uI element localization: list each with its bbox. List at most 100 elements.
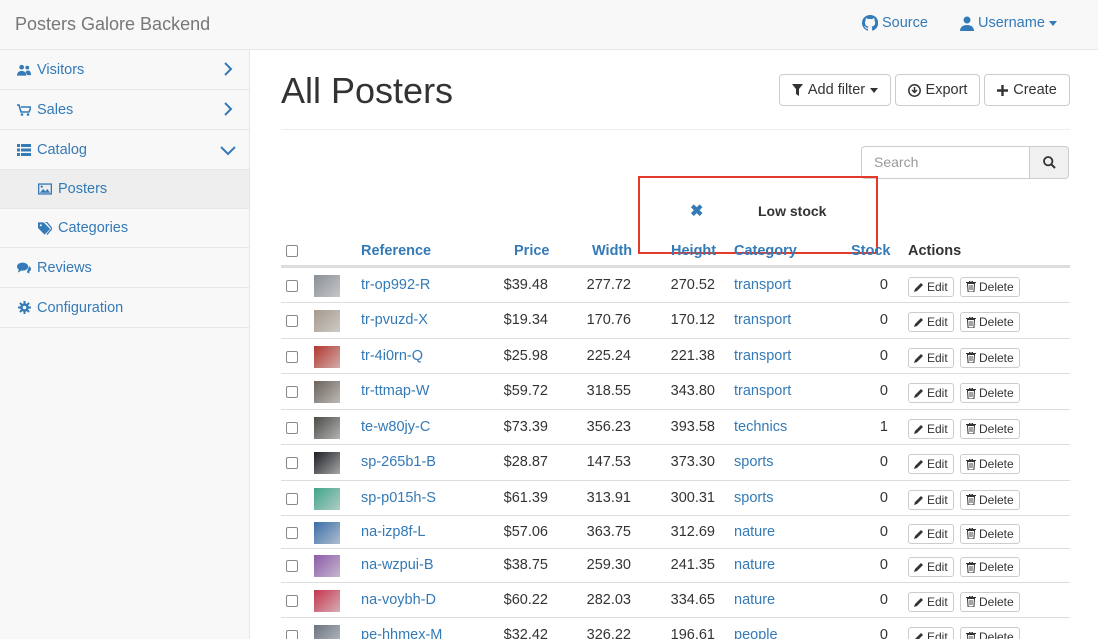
table-row[interactable]: te-w80jy-C $73.39 356.23 393.58 technics 1 Edi… <box>281 409 1070 444</box>
sidebar-item-posters[interactable]: Posters <box>0 170 249 209</box>
edit-button[interactable]: Edit <box>908 591 954 612</box>
delete-button[interactable]: Delete <box>960 383 1020 403</box>
table-row[interactable]: pe-hhmex-M $32.42 326.22 196.61 people 0 Edit D… <box>281 617 1070 639</box>
category-link[interactable]: transport <box>734 312 791 328</box>
reference-link[interactable]: sp-p015h-S <box>361 490 436 506</box>
edit-button[interactable]: Edit <box>908 418 954 439</box>
delete-button[interactable]: Delete <box>960 489 1020 510</box>
table-row[interactable]: na-voybh-D $60.22 282.03 334.65 nature 0 Edit D… <box>281 582 1070 617</box>
table-row[interactable]: tr-op992-R $39.48 277.72 270.52 transport 0 Ed… <box>281 267 1070 302</box>
reference-link[interactable]: te-w80jy-C <box>361 419 430 435</box>
search-input[interactable]: Search <box>861 146 1030 179</box>
category-link[interactable]: transport <box>734 383 791 399</box>
source-link[interactable]: Source <box>862 15 928 31</box>
edit-button[interactable]: Edit <box>908 383 954 403</box>
reference-link[interactable]: pe-hhmex-M <box>361 627 442 639</box>
row-checkbox[interactable] <box>286 492 298 505</box>
edit-label: Edit <box>927 560 948 574</box>
delete-button[interactable]: Delete <box>960 276 1020 297</box>
category-link[interactable]: technics <box>734 419 787 435</box>
reference-link[interactable]: sp-265b1-B <box>361 454 436 470</box>
edit-button[interactable]: Edit <box>908 347 954 368</box>
users-icon <box>17 63 31 77</box>
row-checkbox[interactable] <box>286 526 298 539</box>
table-row[interactable]: tr-ttmap-W $59.72 318.55 343.80 transport 0 Ed… <box>281 373 1070 409</box>
delete-button[interactable]: Delete <box>960 627 1020 639</box>
edit-button[interactable]: Edit <box>908 312 954 332</box>
edit-button[interactable]: Edit <box>908 523 954 544</box>
reference-link[interactable]: na-izp8f-L <box>361 524 425 540</box>
price-cell: $32.42 <box>503 627 548 639</box>
sidebar-item-visitors[interactable]: Visitors <box>0 50 249 90</box>
category-link[interactable]: nature <box>734 592 775 608</box>
reference-link[interactable]: tr-ttmap-W <box>361 383 429 399</box>
add-filter-button[interactable]: Add filter <box>779 74 891 106</box>
sidebar-item-configuration[interactable]: Configuration <box>0 288 249 328</box>
width-cell: 147.53 <box>586 454 631 470</box>
delete-button[interactable]: Delete <box>960 418 1020 439</box>
delete-button[interactable]: Delete <box>960 557 1020 577</box>
delete-button[interactable]: Delete <box>960 312 1020 332</box>
reference-link[interactable]: tr-pvuzd-X <box>361 312 428 328</box>
column-header-stock[interactable]: Stock <box>851 243 891 259</box>
row-checkbox[interactable] <box>286 421 298 434</box>
select-all-checkbox[interactable] <box>286 245 298 257</box>
height-cell: 241.35 <box>670 557 715 573</box>
column-header-reference[interactable]: Reference <box>361 243 431 259</box>
column-header-category[interactable]: Category <box>734 243 797 259</box>
category-link[interactable]: nature <box>734 524 775 540</box>
column-header-price[interactable]: Price <box>514 243 549 259</box>
row-checkbox[interactable] <box>286 630 298 639</box>
user-menu[interactable]: Username <box>960 15 1057 31</box>
reference-link[interactable]: tr-4i0rn-Q <box>361 348 423 364</box>
row-checkbox[interactable] <box>286 457 298 469</box>
price-cell: $28.87 <box>503 454 548 470</box>
row-checkbox[interactable] <box>286 279 298 292</box>
edit-button[interactable]: Edit <box>908 276 954 297</box>
delete-button[interactable]: Delete <box>960 347 1020 368</box>
width-cell: 356.23 <box>586 418 631 435</box>
poster-thumbnail <box>314 589 340 612</box>
sidebar-item-catalog[interactable]: Catalog <box>0 130 249 170</box>
edit-button[interactable]: Edit <box>908 627 954 639</box>
column-header-height[interactable]: Height <box>671 243 716 259</box>
page-title: All Posters <box>281 70 454 111</box>
create-button[interactable]: Create <box>984 74 1070 106</box>
reference-link[interactable]: tr-op992-R <box>361 277 430 293</box>
delete-button[interactable]: Delete <box>960 523 1020 544</box>
table-row[interactable]: tr-pvuzd-X $19.34 170.76 170.12 transport 0 Ed… <box>281 302 1070 338</box>
category-link[interactable]: transport <box>734 348 791 364</box>
search-button[interactable] <box>1029 146 1069 179</box>
table-row[interactable]: sp-p015h-S $61.39 313.91 300.31 sports 0 Edit D… <box>281 480 1070 515</box>
trash-icon <box>966 561 976 573</box>
category-link[interactable]: sports <box>734 490 774 506</box>
row-checkbox[interactable] <box>286 560 298 572</box>
sidebar-item-reviews[interactable]: Reviews <box>0 248 249 288</box>
table-row[interactable]: na-wzpui-B $38.75 259.30 241.35 nature 0 Edit D… <box>281 548 1070 582</box>
category-link[interactable]: transport <box>734 277 791 293</box>
width-cell: 225.24 <box>586 347 631 364</box>
export-button[interactable]: Export <box>895 74 980 106</box>
category-link[interactable]: sports <box>734 454 774 470</box>
table-row[interactable]: tr-4i0rn-Q $25.98 225.24 221.38 transport 0 Ed… <box>281 338 1070 373</box>
sidebar-item-categories[interactable]: Categories <box>0 209 249 248</box>
delete-button[interactable]: Delete <box>960 591 1020 612</box>
sidebar-item-sales[interactable]: Sales <box>0 90 249 130</box>
edit-button[interactable]: Edit <box>908 454 954 474</box>
edit-button[interactable]: Edit <box>908 489 954 510</box>
reference-link[interactable]: na-wzpui-B <box>361 557 434 573</box>
row-checkbox[interactable] <box>286 350 298 363</box>
category-link[interactable]: nature <box>734 557 775 573</box>
row-checkbox[interactable] <box>286 594 298 607</box>
delete-button[interactable]: Delete <box>960 454 1020 474</box>
edit-button[interactable]: Edit <box>908 557 954 577</box>
app-brand[interactable]: Posters Galore Backend <box>15 14 210 35</box>
category-link[interactable]: people <box>734 627 778 639</box>
column-header-width[interactable]: Width <box>592 243 632 259</box>
row-checkbox[interactable] <box>286 315 298 327</box>
row-checkbox[interactable] <box>286 386 298 398</box>
table-row[interactable]: na-izp8f-L $57.06 363.75 312.69 nature 0 Edit D… <box>281 515 1070 548</box>
trash-icon <box>966 423 976 434</box>
reference-link[interactable]: na-voybh-D <box>361 592 436 608</box>
table-row[interactable]: sp-265b1-B $28.87 147.53 373.30 sports 0 Edit D… <box>281 444 1070 480</box>
